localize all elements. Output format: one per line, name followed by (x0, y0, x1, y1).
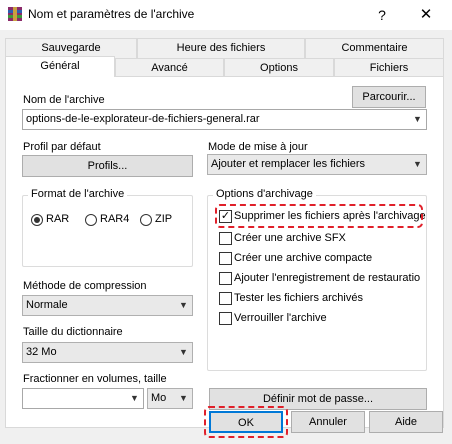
title-bar: Nom et paramètres de l'archive ? ✕ (0, 0, 452, 30)
browse-button[interactable]: Parcourir... (352, 86, 426, 108)
window-title: Nom et paramètres de l'archive (28, 7, 195, 21)
checkbox-lock[interactable] (219, 312, 232, 325)
chevron-down-icon[interactable]: ▼ (175, 296, 192, 315)
chevron-down-icon[interactable]: ▼ (126, 389, 143, 408)
highlight-delete-option (215, 204, 423, 228)
cancel-button[interactable]: Annuler (291, 411, 365, 433)
tab-sauvegarde[interactable]: Sauvegarde (5, 38, 137, 58)
general-panel: Nom de l'archive Parcourir... options-de… (5, 76, 444, 428)
test-label[interactable]: Tester les fichiers archivés (234, 292, 363, 304)
recovery-label[interactable]: Ajouter l'enregistrement de restauratio (234, 272, 422, 284)
radio-rar4-label[interactable]: RAR4 (100, 213, 129, 225)
archive-name-input[interactable]: options-de-le-explorateur-de-fichiers-ge… (22, 109, 427, 130)
help-button[interactable]: Aide (369, 411, 443, 433)
compression-select[interactable]: Normale ▼ (22, 295, 193, 316)
chevron-down-icon[interactable]: ▼ (175, 389, 192, 408)
tab-commentaire[interactable]: Commentaire (305, 38, 444, 58)
tab-general[interactable]: Général (5, 56, 115, 77)
checkbox-test[interactable] (219, 292, 232, 305)
tab-heure-des-fichiers[interactable]: Heure des fichiers (137, 38, 305, 58)
chevron-down-icon[interactable]: ▼ (409, 155, 426, 174)
chevron-down-icon[interactable]: ▼ (409, 110, 426, 129)
profiles-button[interactable]: Profils... (22, 155, 193, 177)
chevron-down-icon[interactable]: ▼ (175, 343, 192, 362)
split-label: Fractionner en volumes, taille (23, 373, 167, 385)
radio-zip-label[interactable]: ZIP (155, 213, 172, 225)
tab-options[interactable]: Options (224, 58, 334, 78)
tab-avance[interactable]: Avancé (115, 58, 224, 78)
dictionary-label: Taille du dictionnaire (23, 326, 123, 338)
dictionary-select[interactable]: 32 Mo ▼ (22, 342, 193, 363)
checkbox-solid[interactable] (219, 252, 232, 265)
archive-format-group (22, 195, 193, 267)
lock-label[interactable]: Verrouiller l'archive (234, 312, 327, 324)
checkbox-recovery[interactable] (219, 272, 232, 285)
radio-zip[interactable] (140, 214, 152, 226)
split-size-input[interactable]: ▼ (22, 388, 144, 409)
ok-button[interactable]: OK (209, 411, 283, 433)
compression-value: Normale (26, 299, 68, 311)
winrar-icon (8, 7, 22, 21)
update-mode-value: Ajouter et remplacer les fichiers (211, 158, 366, 170)
tab-fichiers[interactable]: Fichiers (334, 58, 444, 78)
archive-options-label: Options d'archivage (213, 188, 316, 200)
archive-name-label: Nom de l'archive (23, 94, 105, 106)
radio-rar4[interactable] (85, 214, 97, 226)
update-mode-label: Mode de mise à jour (208, 141, 308, 153)
help-title-button[interactable]: ? (372, 5, 392, 25)
compression-label: Méthode de compression (23, 280, 147, 292)
archive-format-label: Format de l'archive (28, 188, 128, 200)
split-unit-select[interactable]: Mo ▼ (147, 388, 193, 409)
dictionary-value: 32 Mo (26, 346, 57, 358)
update-mode-select[interactable]: Ajouter et remplacer les fichiers ▼ (207, 154, 427, 175)
radio-rar[interactable] (31, 214, 43, 226)
radio-rar-label[interactable]: RAR (46, 213, 69, 225)
checkbox-sfx[interactable] (219, 232, 232, 245)
dialog-client: Sauvegarde Heure des fichiers Commentair… (0, 30, 452, 444)
archive-name-value: options-de-le-explorateur-de-fichiers-ge… (26, 113, 260, 125)
close-button[interactable]: ✕ (416, 5, 436, 25)
profile-label: Profil par défaut (23, 141, 101, 153)
solid-label[interactable]: Créer une archive compacte (234, 252, 372, 264)
sfx-label[interactable]: Créer une archive SFX (234, 232, 346, 244)
split-unit-value: Mo (151, 392, 167, 404)
